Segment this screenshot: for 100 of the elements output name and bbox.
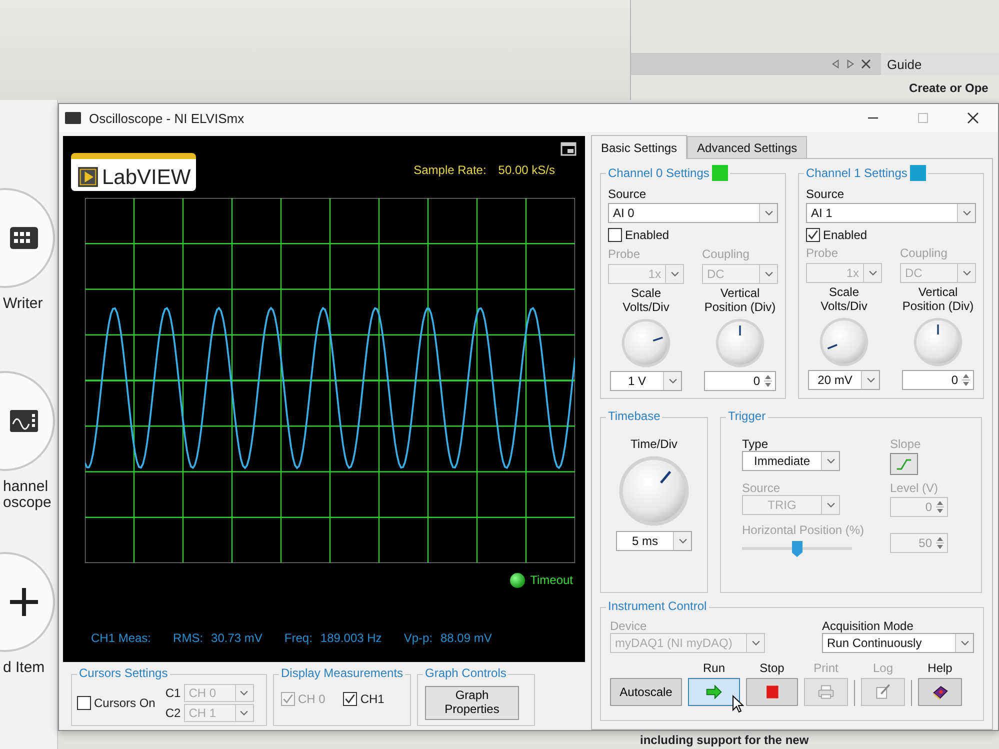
- button-caption: Log: [872, 661, 894, 675]
- measurement-value: 189.003 Hz: [320, 631, 382, 645]
- dropdown-value: 1x: [647, 267, 662, 281]
- rising-edge-icon: [895, 458, 913, 470]
- triangle-right-icon: [846, 59, 855, 69]
- panel-tab-label: Guide: [887, 56, 922, 72]
- dropdown-value: DC: [904, 266, 924, 280]
- checkbox-label: Cursors On: [94, 696, 156, 710]
- sample-rate-label: Sample Rate:: [414, 163, 486, 177]
- tab[interactable]: Basic Settings: [591, 135, 688, 159]
- dropdown-value: Run Continuously: [826, 636, 923, 650]
- knob-label: Scale Volts/Div: [820, 286, 868, 314]
- spin-arrows-icon: [935, 535, 945, 551]
- help-button[interactable]: [918, 678, 962, 706]
- checkbox-label: CH 0: [298, 692, 326, 706]
- checkbox-label: Enabled: [625, 228, 670, 242]
- play-box-icon: [77, 166, 99, 188]
- graph-properties-button[interactable]: Graph Properties: [425, 686, 519, 720]
- check-mark-icon: [344, 693, 356, 705]
- button-caption: Help: [928, 661, 952, 675]
- knob-label: Time/Div: [630, 437, 678, 451]
- group-title: Channel 0 Settings: [608, 166, 710, 180]
- number-field[interactable]: 0: [902, 370, 974, 390]
- group-title: Graph Controls: [425, 666, 506, 680]
- field-label: Source: [806, 187, 846, 201]
- slope-button[interactable]: [890, 453, 918, 475]
- maximize-icon[interactable]: [915, 110, 931, 126]
- group-title: Channel 1 Settings: [806, 166, 908, 180]
- field-label: Slope: [890, 437, 922, 451]
- field-label: Coupling: [702, 247, 750, 261]
- field-label: Type: [742, 437, 770, 451]
- close-icon: [861, 59, 871, 69]
- cursor-label: C1: [165, 686, 181, 700]
- timeout-label: Timeout: [530, 573, 573, 587]
- field-label: Horizontal Position (%): [742, 523, 866, 537]
- knob-label: Scale Volts/Div: [622, 287, 670, 315]
- sidebar-label: Writer: [2, 296, 44, 312]
- measurement-label: Vp-p:: [404, 631, 432, 645]
- notepad-pen-icon: [874, 683, 892, 701]
- window-icon: [560, 142, 577, 156]
- dropdown-value: DC: [706, 267, 726, 281]
- window-icon: [65, 112, 81, 124]
- dropdown-value: CH 1: [188, 706, 218, 720]
- group-title: Cursors Settings: [79, 666, 168, 680]
- cursor-label: C2: [165, 706, 181, 720]
- field-label: Source: [742, 481, 782, 495]
- close-icon[interactable]: [965, 110, 981, 126]
- number-field[interactable]: 0: [704, 370, 776, 391]
- measurement-value: 30.73 mV: [211, 631, 262, 645]
- background-text: including support for the new: [640, 733, 809, 747]
- field-label: Level (V): [890, 481, 940, 495]
- dropdown-value: AI 0: [612, 206, 636, 220]
- autoscale-button[interactable]: Autoscale: [610, 678, 682, 706]
- dropdown-value: myDAQ1 (NI myDAQ): [614, 636, 734, 650]
- group-title: Instrument Control: [608, 599, 707, 613]
- plus-icon: [9, 586, 39, 616]
- mouse-pointer-icon: [732, 695, 744, 713]
- checkbox[interactable]: [806, 228, 820, 242]
- field-label: Source: [608, 187, 648, 201]
- field-label: Probe: [806, 246, 840, 260]
- dropdown-value: TRIG: [766, 498, 798, 512]
- measurements-label: CH1 Meas:: [91, 631, 152, 645]
- printer-icon: [817, 683, 835, 701]
- group-title: Trigger: [728, 409, 766, 423]
- checkbox[interactable]: [343, 692, 358, 706]
- check-mark-icon: [282, 693, 294, 705]
- book-icon: [931, 683, 949, 701]
- knob-label: Vertical Position (Div): [901, 286, 975, 314]
- checkbox[interactable]: [608, 228, 622, 242]
- group-title: Timebase: [608, 409, 660, 423]
- dropdown-value: 1 V: [626, 374, 647, 388]
- spin-arrows-icon: [935, 499, 945, 515]
- knob-label: Vertical Position (Div): [703, 287, 777, 315]
- sidebar-label: hannel oscope: [2, 478, 52, 512]
- dropdown-value: CH 0: [188, 686, 218, 700]
- checkbox[interactable]: [77, 696, 91, 710]
- guide-link[interactable]: Create or Ope: [909, 81, 988, 95]
- triangle-left-icon: [831, 59, 840, 69]
- tab[interactable]: Advanced Settings: [687, 136, 808, 158]
- labview-logo: LabVIEW: [71, 153, 196, 191]
- arrow-right-icon: [705, 683, 723, 701]
- button-caption: Run: [702, 661, 725, 675]
- sample-rate-value: 50.00 kS/s: [498, 163, 555, 177]
- measurement-value: 88.09 mV: [440, 631, 492, 645]
- measurement-label: Freq:: [284, 631, 312, 645]
- field-label: Device: [610, 619, 648, 633]
- checkbox-label: Enabled: [823, 228, 868, 242]
- dropdown-value: 1x: [845, 266, 860, 280]
- stop-button[interactable]: [746, 678, 798, 706]
- measurement-label: RMS:: [173, 631, 204, 645]
- button-caption: Stop: [760, 661, 784, 675]
- group-title: Display Measurements: [281, 666, 404, 680]
- dropdown-value: AI 1: [810, 206, 834, 220]
- dropdown-value: Immediate: [752, 454, 812, 468]
- checkbox-label: CH1: [360, 692, 384, 706]
- button-caption: Print: [814, 661, 838, 675]
- spin-arrows-icon: [763, 372, 773, 389]
- dropdown-value: 5 ms: [630, 534, 659, 548]
- field-label: Acquisition Mode: [822, 619, 914, 633]
- field-label: Probe: [608, 247, 642, 261]
